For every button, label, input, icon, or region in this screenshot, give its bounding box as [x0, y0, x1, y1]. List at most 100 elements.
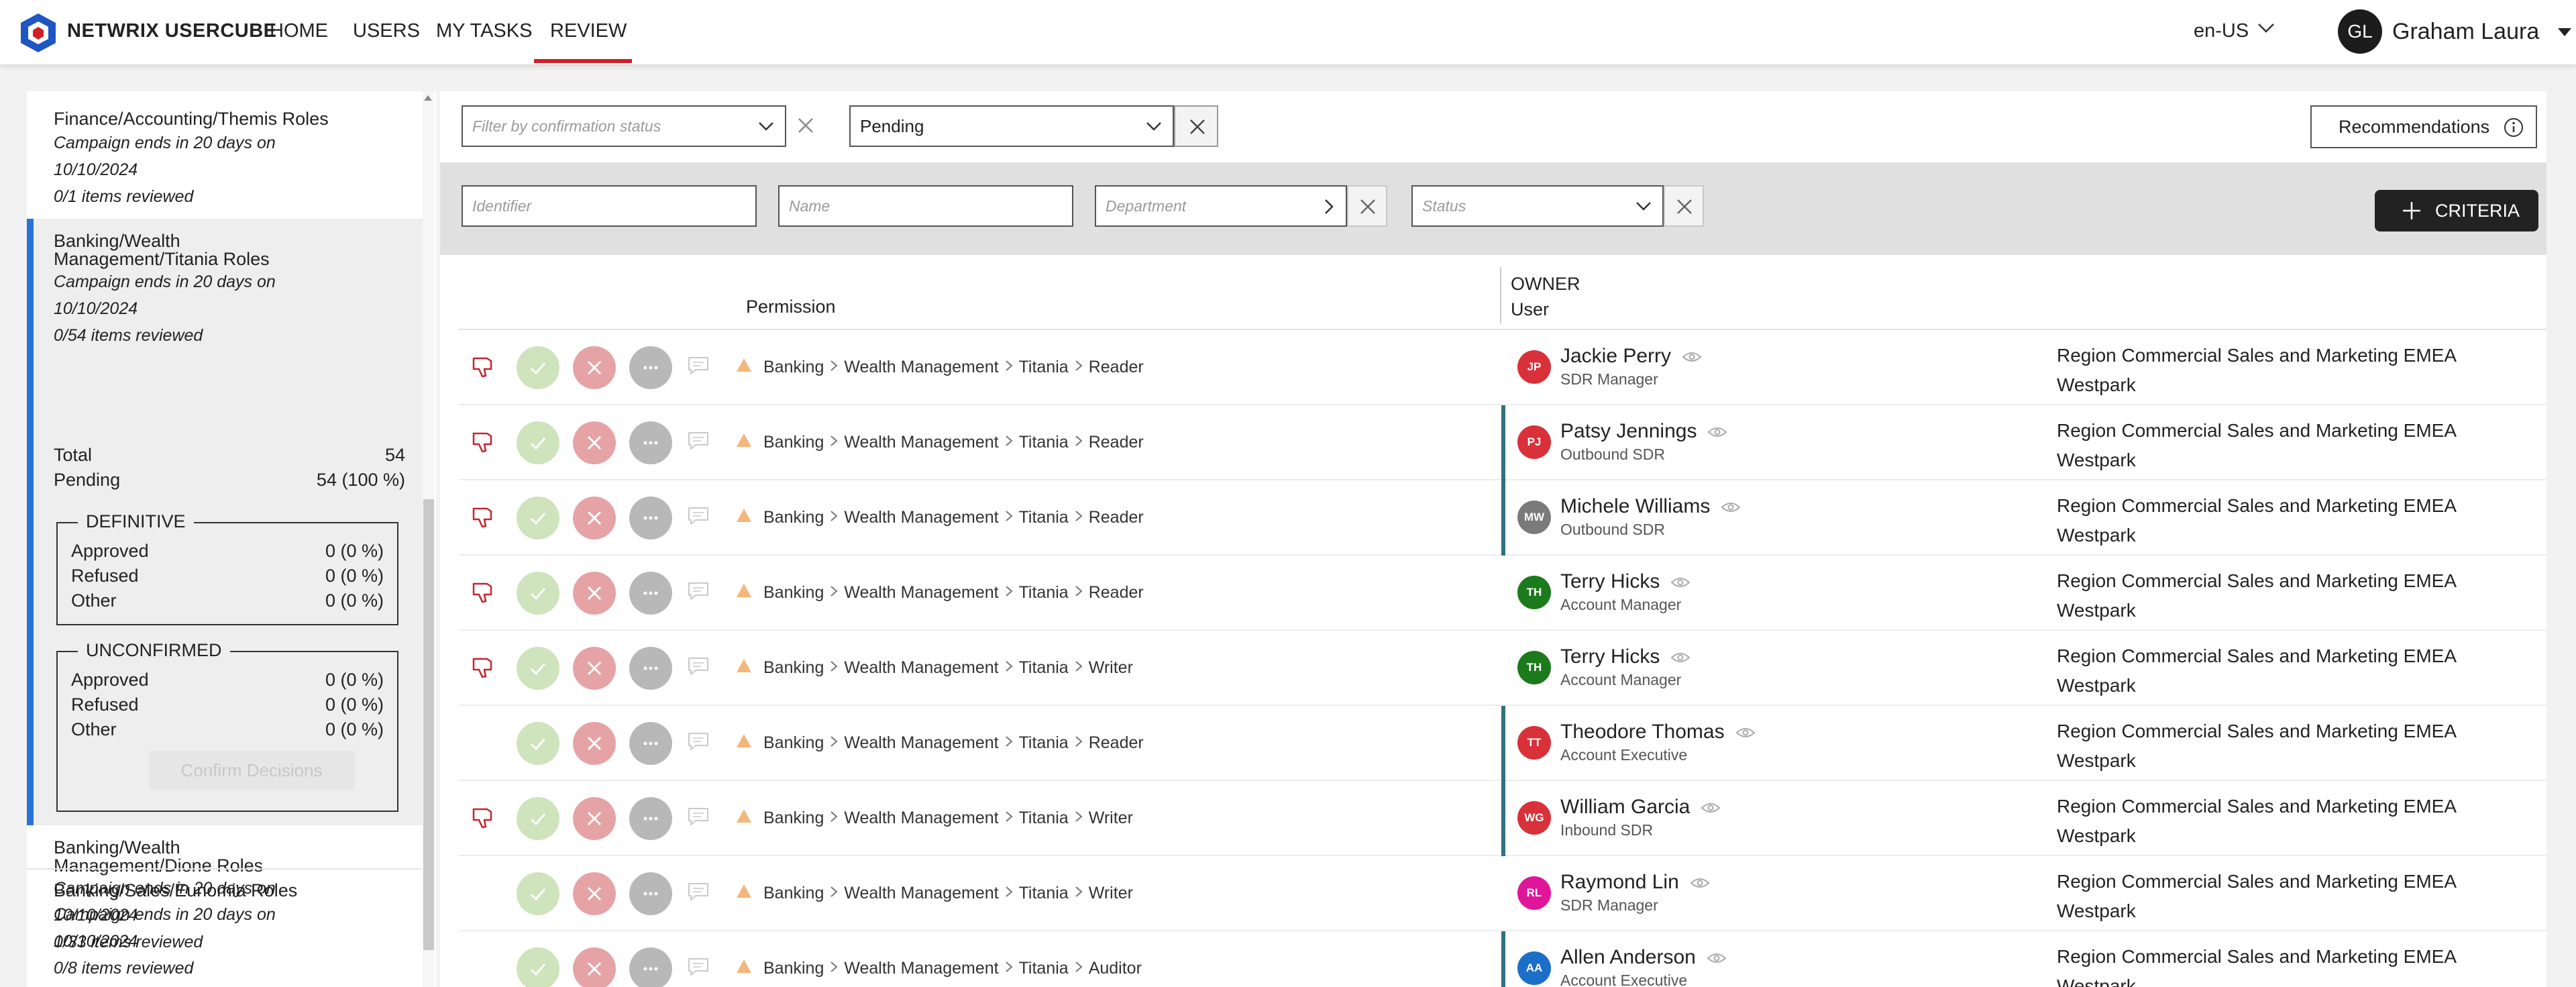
refuse-button[interactable]	[573, 647, 616, 690]
refuse-button[interactable]	[573, 872, 616, 915]
more-options-button[interactable]	[629, 872, 672, 915]
approve-button[interactable]	[517, 346, 559, 389]
user-name[interactable]: Allen Anderson	[1560, 946, 1727, 969]
name-input[interactable]: Name	[778, 185, 1073, 227]
table-row[interactable]: Banking Wealth Management Titania Writer WG W…	[459, 781, 2546, 856]
approve-button[interactable]	[517, 421, 559, 464]
refuse-button[interactable]	[573, 421, 616, 464]
comment-icon[interactable]	[687, 581, 710, 601]
more-options-button[interactable]	[629, 421, 672, 464]
chevron-down-icon[interactable]	[2257, 21, 2275, 35]
eye-icon[interactable]	[1670, 576, 1690, 588]
comment-icon[interactable]	[687, 356, 710, 376]
permission-column-header[interactable]: Permission	[746, 297, 836, 317]
scroll-up-arrow-icon[interactable]	[424, 95, 432, 101]
campaign-item[interactable]: Banking/Sales/Eunomia Roles Campaign end…	[27, 882, 423, 982]
user-name[interactable]: Theodore Thomas	[1560, 721, 1756, 743]
approve-button[interactable]	[517, 497, 559, 539]
approve-button[interactable]	[517, 572, 559, 615]
usercube-logo-icon[interactable]	[17, 12, 59, 54]
confirmation-status-filter[interactable]: Filter by confirmation status	[462, 105, 786, 147]
refuse-button[interactable]	[573, 346, 616, 389]
comment-icon[interactable]	[687, 656, 710, 676]
clear-status-button[interactable]	[1664, 185, 1704, 227]
status-filter[interactable]: Status	[1411, 185, 1664, 227]
campaign-item[interactable]: Finance/Accounting/Themis Roles Campaign…	[27, 110, 423, 210]
user-name[interactable]: William Garcia	[1560, 796, 1721, 819]
permission-path[interactable]: Banking Wealth Management Titania Writer	[763, 808, 1133, 828]
nav-users[interactable]: USERS	[353, 20, 420, 42]
table-row[interactable]: Banking Wealth Management Titania Writer TH T…	[459, 631, 2546, 706]
eye-icon[interactable]	[1707, 952, 1727, 964]
eye-icon[interactable]	[1701, 802, 1721, 814]
permission-path[interactable]: Banking Wealth Management Titania Writer	[763, 883, 1133, 903]
user-name[interactable]: Raymond Lin	[1560, 871, 1710, 894]
permission-path[interactable]: Banking Wealth Management Titania Reader	[763, 357, 1144, 377]
sidebar-scroll-thumb[interactable]	[423, 499, 434, 950]
thumbs-down-icon[interactable]	[471, 354, 496, 380]
clear-confirmation-filter-button[interactable]	[789, 105, 822, 147]
comment-icon[interactable]	[687, 882, 710, 902]
table-row[interactable]: Banking Wealth Management Titania Reader TT T…	[459, 706, 2546, 781]
refuse-button[interactable]	[573, 722, 616, 765]
caret-down-icon[interactable]	[2558, 28, 2571, 36]
clear-department-button[interactable]	[1347, 185, 1387, 227]
eye-icon[interactable]	[1735, 727, 1756, 739]
user-name[interactable]: Terry Hicks	[1560, 645, 1690, 668]
refuse-button[interactable]	[573, 497, 616, 539]
eye-icon[interactable]	[1670, 652, 1690, 664]
user-avatar[interactable]: GL	[2338, 9, 2382, 54]
comment-icon[interactable]	[687, 807, 710, 827]
more-options-button[interactable]	[629, 947, 672, 987]
permission-path[interactable]: Banking Wealth Management Titania Auditor	[763, 958, 1142, 978]
approve-button[interactable]	[517, 872, 559, 915]
comment-icon[interactable]	[687, 506, 710, 526]
thumbs-down-icon[interactable]	[471, 805, 496, 831]
more-options-button[interactable]	[629, 572, 672, 615]
nav-review[interactable]: REVIEW	[550, 20, 627, 42]
nav-my-tasks[interactable]: MY TASKS	[436, 20, 532, 42]
approve-button[interactable]	[517, 947, 559, 987]
permission-path[interactable]: Banking Wealth Management Titania Reader	[763, 507, 1144, 527]
table-row[interactable]: Banking Wealth Management Titania Reader MW M…	[459, 480, 2546, 556]
permission-path[interactable]: Banking Wealth Management Titania Reader	[763, 582, 1144, 603]
confirm-decisions-button[interactable]: Confirm Decisions	[149, 751, 354, 790]
comment-icon[interactable]	[687, 731, 710, 751]
refuse-button[interactable]	[573, 797, 616, 840]
eye-icon[interactable]	[1690, 877, 1710, 889]
user-name[interactable]: Michele Williams	[1560, 495, 1741, 518]
language-selector[interactable]: en-US	[2194, 20, 2249, 42]
thumbs-down-icon[interactable]	[471, 655, 496, 680]
pending-filter[interactable]: Pending	[849, 105, 1174, 147]
clear-pending-filter-button[interactable]	[1174, 105, 1218, 147]
more-options-button[interactable]	[629, 346, 672, 389]
recommendations-button[interactable]: Recommendations	[2310, 105, 2537, 148]
more-options-button[interactable]	[629, 722, 672, 765]
eye-icon[interactable]	[1707, 426, 1727, 438]
criteria-button[interactable]: CRITERIA	[2375, 190, 2538, 231]
comment-icon[interactable]	[687, 431, 710, 451]
eye-icon[interactable]	[1682, 351, 1702, 363]
table-row[interactable]: Banking Wealth Management Titania Auditor AA…	[459, 931, 2546, 987]
comment-icon[interactable]	[687, 957, 710, 977]
table-row[interactable]: Banking Wealth Management Titania Reader TH T…	[459, 556, 2546, 631]
thumbs-down-icon[interactable]	[471, 505, 496, 530]
approve-button[interactable]	[517, 797, 559, 840]
user-name[interactable]: Patsy Jennings	[1560, 420, 1727, 443]
table-row[interactable]: Banking Wealth Management Titania Reader PJ P…	[459, 405, 2546, 480]
approve-button[interactable]	[517, 722, 559, 765]
identifier-input[interactable]: Identifier	[462, 185, 757, 227]
thumbs-down-icon[interactable]	[471, 429, 496, 455]
more-options-button[interactable]	[629, 797, 672, 840]
campaign-item-selected[interactable]: Banking/Wealth Management/Titania Roles …	[27, 219, 423, 825]
nav-home[interactable]: HOME	[270, 20, 328, 42]
table-row[interactable]: Banking Wealth Management Titania Writer RL R…	[459, 856, 2546, 931]
more-options-button[interactable]	[629, 647, 672, 690]
eye-icon[interactable]	[1721, 501, 1741, 513]
refuse-button[interactable]	[573, 947, 616, 987]
approve-button[interactable]	[517, 647, 559, 690]
user-name[interactable]: Graham Laura	[2392, 19, 2539, 45]
permission-path[interactable]: Banking Wealth Management Titania Reader	[763, 432, 1144, 452]
department-picker[interactable]: Department	[1095, 185, 1347, 227]
permission-path[interactable]: Banking Wealth Management Titania Writer	[763, 658, 1133, 678]
